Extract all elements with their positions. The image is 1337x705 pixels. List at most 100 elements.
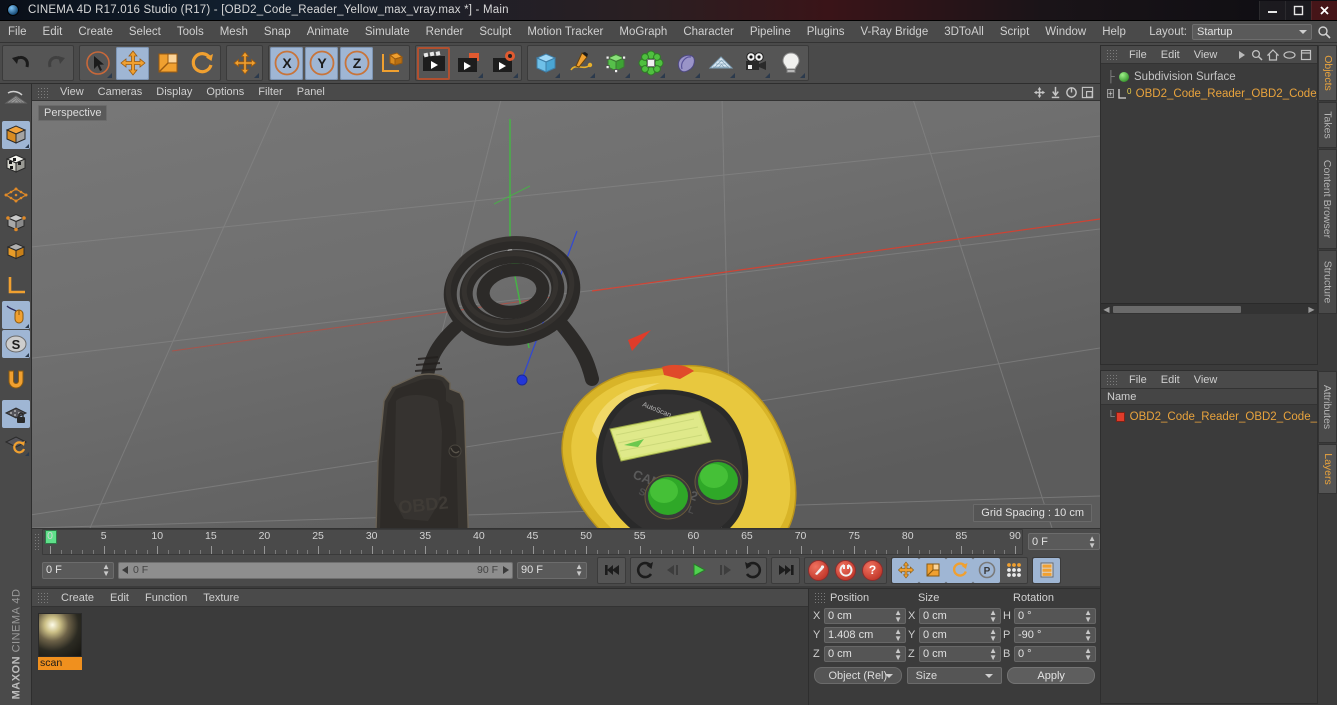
x-axis-lock-button[interactable]: X bbox=[270, 46, 303, 80]
render-view-button[interactable] bbox=[417, 47, 450, 80]
world-coordinate-system-button[interactable] bbox=[375, 47, 408, 80]
mograph-cloner-button[interactable] bbox=[634, 47, 667, 80]
model-mode-button[interactable] bbox=[1, 121, 30, 149]
spinner-icon[interactable]: ▲ ▼ bbox=[102, 563, 110, 578]
apply-button[interactable]: Apply bbox=[1007, 667, 1096, 684]
spinner-icon[interactable]: ▲ ▼ bbox=[1084, 646, 1092, 661]
make-editable-button[interactable] bbox=[2, 86, 30, 114]
range-end-handle-icon[interactable] bbox=[501, 566, 509, 574]
maximize-button[interactable] bbox=[1285, 0, 1311, 20]
viewport-menu-cameras[interactable]: Cameras bbox=[91, 84, 150, 101]
tab-layers[interactable]: Layers bbox=[1318, 444, 1337, 494]
menu-create[interactable]: Create bbox=[70, 21, 121, 43]
spinner-icon[interactable]: ▲ ▼ bbox=[894, 608, 902, 623]
size-y-input[interactable]: 0 cm ▲ ▼ bbox=[919, 626, 1001, 643]
panel-grip-icon[interactable] bbox=[37, 592, 48, 603]
size-x-input[interactable]: 0 cm ▲ ▼ bbox=[919, 607, 1001, 624]
deformer-button[interactable] bbox=[669, 47, 702, 80]
move-tool-button[interactable] bbox=[116, 46, 149, 80]
panel-grip-icon[interactable] bbox=[1106, 374, 1117, 385]
timeline-ruler[interactable]: 0 5 10 15 20 25 30 35 40 45 50 55 60 65 70 75 80 85 90 bbox=[42, 529, 1023, 555]
layers-menu-view[interactable]: View bbox=[1187, 371, 1225, 389]
spinner-icon[interactable]: ▲ ▼ bbox=[575, 563, 583, 578]
live-selection-tool-button[interactable] bbox=[81, 47, 114, 80]
record-active-objects-button[interactable] bbox=[805, 558, 832, 583]
spinner-icon[interactable]: ▲ ▼ bbox=[989, 646, 997, 661]
material-list[interactable]: scan bbox=[32, 607, 808, 676]
panel-grip-icon[interactable] bbox=[37, 86, 48, 98]
menu-3dtoall[interactable]: 3DToAll bbox=[936, 21, 992, 43]
subdivision-surface-button[interactable] bbox=[599, 47, 632, 80]
panel-grip-icon[interactable] bbox=[814, 592, 825, 603]
rotation-key-toggle[interactable] bbox=[946, 557, 973, 583]
rotation-b-input[interactable]: 0 ° ▲ ▼ bbox=[1014, 645, 1096, 662]
current-frame-field[interactable]: 0 F ▲ ▼ bbox=[1028, 533, 1100, 550]
previous-frame-button[interactable] bbox=[658, 558, 685, 583]
scale-tool-button[interactable] bbox=[151, 47, 184, 80]
expand-toggle-icon[interactable]: + bbox=[1107, 89, 1114, 98]
menu-simulate[interactable]: Simulate bbox=[357, 21, 418, 43]
arrow-icon[interactable] bbox=[1237, 50, 1247, 60]
menu-plugins[interactable]: Plugins bbox=[799, 21, 853, 43]
object-manager-menu-view[interactable]: View bbox=[1187, 46, 1225, 64]
panel-grip-icon[interactable] bbox=[1106, 49, 1117, 60]
previous-key-button[interactable] bbox=[631, 558, 658, 583]
position-z-input[interactable]: 0 cm ▲ ▼ bbox=[824, 645, 906, 662]
menu-edit[interactable]: Edit bbox=[35, 21, 71, 43]
cube-primitive-button[interactable] bbox=[529, 47, 562, 80]
parameter-key-toggle[interactable]: P bbox=[973, 557, 1000, 583]
go-to-end-button[interactable] bbox=[772, 558, 799, 583]
menu-help[interactable]: Help bbox=[1094, 21, 1134, 43]
viewport-solo-button[interactable]: S bbox=[1, 330, 30, 358]
tab-takes[interactable]: Takes bbox=[1318, 102, 1337, 148]
panel-grip-icon[interactable] bbox=[32, 529, 42, 555]
z-axis-lock-button[interactable]: Z bbox=[340, 46, 373, 80]
object-row-obd2-code-reader[interactable]: + 0 OBD2_Code_Reader_OBD2_Code_F bbox=[1101, 85, 1317, 102]
tab-structure[interactable]: Structure bbox=[1318, 250, 1337, 314]
scroll-left-icon[interactable]: ◀ bbox=[1101, 304, 1112, 315]
rotation-p-input[interactable]: -90 ° ▲ ▼ bbox=[1014, 626, 1096, 643]
material-menu-create[interactable]: Create bbox=[53, 589, 102, 607]
y-axis-lock-button[interactable]: Y bbox=[305, 46, 338, 80]
position-y-input[interactable]: 1.408 cm ▲ ▼ bbox=[824, 626, 906, 643]
menu-pipeline[interactable]: Pipeline bbox=[742, 21, 799, 43]
material-menu-function[interactable]: Function bbox=[137, 589, 195, 607]
spinner-icon[interactable]: ▲ ▼ bbox=[894, 627, 902, 642]
go-to-start-button[interactable] bbox=[598, 558, 625, 583]
polygons-mode-button[interactable] bbox=[2, 237, 30, 265]
menu-file[interactable]: File bbox=[0, 21, 35, 43]
move-camera-icon[interactable] bbox=[1033, 86, 1046, 99]
animation-layers-button[interactable] bbox=[1033, 557, 1060, 583]
size-z-input[interactable]: 0 cm ▲ ▼ bbox=[919, 645, 1001, 662]
point-level-animation-toggle[interactable] bbox=[1000, 558, 1027, 583]
position-key-toggle[interactable] bbox=[892, 557, 919, 583]
tab-objects[interactable]: Objects bbox=[1318, 45, 1337, 101]
object-manager-menu-file[interactable]: File bbox=[1122, 46, 1154, 64]
spinner-icon[interactable]: ▲ ▼ bbox=[1084, 608, 1092, 623]
layer-row[interactable]: └ OBD2_Code_Reader_OBD2_Code_ bbox=[1101, 408, 1317, 425]
close-button[interactable] bbox=[1311, 0, 1337, 20]
menu-script[interactable]: Script bbox=[992, 21, 1037, 43]
object-manager-tree[interactable]: ├ Subdivision Surface + 0 OBD2_Code_Read… bbox=[1101, 64, 1317, 314]
scrollbar-thumb[interactable] bbox=[1113, 305, 1241, 313]
menu-mesh[interactable]: Mesh bbox=[212, 21, 256, 43]
position-x-input[interactable]: 0 cm ▲ ▼ bbox=[824, 607, 906, 624]
layout-dropdown[interactable]: Startup bbox=[1192, 23, 1312, 40]
autokeying-button[interactable] bbox=[832, 558, 859, 583]
next-frame-button[interactable] bbox=[712, 558, 739, 583]
menu-sculpt[interactable]: Sculpt bbox=[471, 21, 519, 43]
layer-color-swatch[interactable] bbox=[1116, 411, 1125, 422]
viewport-menu-panel[interactable]: Panel bbox=[290, 84, 332, 101]
scale-camera-icon[interactable] bbox=[1049, 86, 1062, 99]
scroll-right-icon[interactable]: ▶ bbox=[1306, 304, 1317, 315]
spinner-icon[interactable]: ▲ ▼ bbox=[989, 627, 997, 642]
layers-list[interactable]: └ OBD2_Code_Reader_OBD2_Code_ bbox=[1101, 408, 1317, 608]
keyframe-selection-button[interactable]: ? bbox=[859, 558, 886, 583]
home-icon[interactable] bbox=[1267, 48, 1279, 61]
size-mode-dropdown[interactable]: Size bbox=[906, 667, 1003, 684]
material-item-scan[interactable]: scan bbox=[38, 613, 82, 670]
eye-icon[interactable] bbox=[1283, 50, 1296, 60]
world-object-coordinate-button[interactable] bbox=[1, 301, 30, 329]
end-frame-field[interactable]: 0 F ▲ ▼ bbox=[42, 561, 114, 579]
edges-mode-button[interactable] bbox=[2, 208, 30, 236]
